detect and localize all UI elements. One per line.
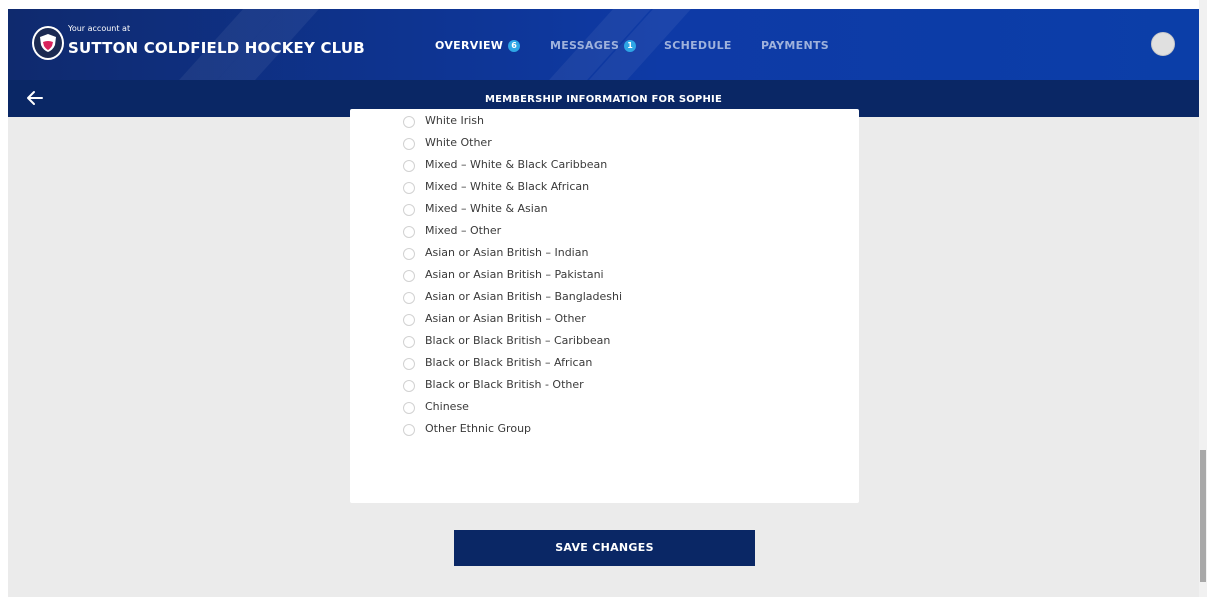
radio-button[interactable] — [403, 270, 415, 282]
option-label: Asian or Asian British – Indian — [425, 246, 589, 259]
radio-button[interactable] — [403, 424, 415, 436]
account-prefix: Your account at — [68, 24, 131, 33]
radio-button[interactable] — [403, 160, 415, 172]
radio-button[interactable] — [403, 226, 415, 238]
ethnicity-form-card: White Irish White Other Mixed – White & … — [350, 109, 859, 503]
option-label: Black or Black British – African — [425, 356, 593, 369]
tab-schedule[interactable]: SCHEDULE — [664, 39, 732, 52]
tab-messages[interactable]: MESSAGES 1 — [550, 39, 637, 52]
page-scrollbar[interactable] — [1199, 0, 1207, 597]
save-changes-button[interactable]: SAVE CHANGES — [454, 530, 755, 566]
option-label: Mixed – White & Black African — [425, 180, 590, 193]
radio-button[interactable] — [403, 380, 415, 392]
tab-messages-label: MESSAGES — [550, 39, 620, 52]
radio-button[interactable] — [403, 116, 415, 128]
option-label: Mixed – White & Black Caribbean — [425, 158, 608, 171]
radio-button[interactable] — [403, 402, 415, 414]
tab-payments[interactable]: PAYMENTS — [761, 39, 829, 52]
radio-button[interactable] — [403, 248, 415, 260]
club-logo-icon[interactable] — [32, 26, 64, 60]
radio-button[interactable] — [403, 336, 415, 348]
radio-button[interactable] — [403, 182, 415, 194]
page-title: MEMBERSHIP INFORMATION FOR SOPHIE — [485, 94, 722, 105]
radio-button[interactable] — [403, 292, 415, 304]
radio-button[interactable] — [403, 314, 415, 326]
option-label: Mixed – White & Asian — [425, 202, 548, 215]
option-label: Asian or Asian British – Pakistani — [425, 268, 604, 281]
tab-overview[interactable]: OVERVIEW 6 — [435, 39, 521, 52]
option-label: Other Ethnic Group — [425, 422, 532, 435]
radio-button[interactable] — [403, 138, 415, 150]
radio-button[interactable] — [403, 358, 415, 370]
radio-button[interactable] — [403, 204, 415, 216]
user-avatar[interactable] — [1151, 32, 1175, 56]
option-label: White Other — [425, 136, 492, 149]
option-label: White Irish — [425, 114, 485, 127]
tab-payments-label: PAYMENTS — [761, 39, 829, 52]
club-name[interactable]: SUTTON COLDFIELD HOCKEY CLUB — [68, 39, 365, 57]
top-navigation-bar: Your account at SUTTON COLDFIELD HOCKEY … — [8, 9, 1199, 80]
overview-count-badge: 6 — [508, 40, 521, 52]
tab-overview-label: OVERVIEW — [435, 39, 504, 52]
option-label: Mixed – Other — [425, 224, 502, 237]
scrollbar-thumb[interactable] — [1200, 450, 1206, 582]
option-label: Black or Black British – Caribbean — [425, 334, 611, 347]
messages-count-badge: 1 — [624, 40, 637, 52]
option-label: Chinese — [425, 400, 469, 413]
app-frame: Your account at SUTTON COLDFIELD HOCKEY … — [8, 9, 1199, 597]
option-label: Asian or Asian British – Other — [425, 312, 586, 325]
tab-schedule-label: SCHEDULE — [664, 39, 732, 52]
option-label: Asian or Asian British – Bangladeshi — [425, 290, 623, 303]
option-label: Black or Black British - Other — [425, 378, 584, 391]
